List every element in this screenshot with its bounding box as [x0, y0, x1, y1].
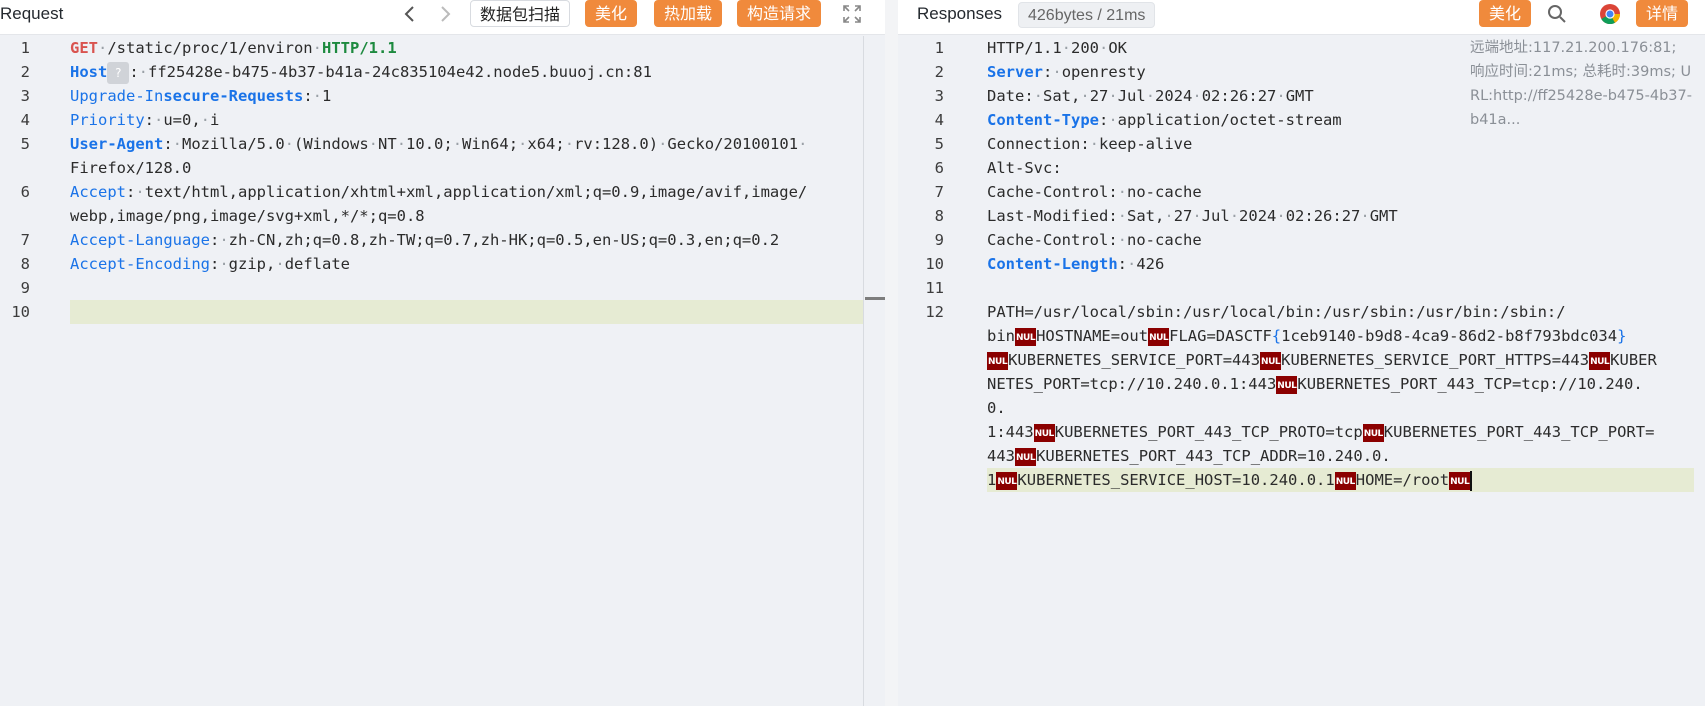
response-beautify-button[interactable]: 美化 [1479, 0, 1532, 27]
nul-marker: NUL [1033, 423, 1055, 442]
header-cache-control: Cache-Control:·no-cache [987, 183, 1202, 201]
forward-arrow-icon[interactable] [433, 2, 457, 26]
nul-marker: NUL [1449, 471, 1471, 490]
request-title: Request [0, 4, 64, 23]
line-number: 11 [925, 279, 944, 297]
details-button[interactable]: 详情 [1636, 0, 1689, 27]
body-line: binNULHOSTNAME=outNULFLAG=DASCTF{1ceb914… [987, 327, 1627, 346]
request-scrollbar-track[interactable] [863, 36, 864, 706]
body-line: PATH=/usr/local/sbin:/usr/local/bin:/usr… [987, 303, 1566, 321]
header-accept-language: Accept-Language:·zh-CN,zh;q=0.8,zh-TW;q=… [70, 231, 780, 249]
header-connection: Connection:·keep-alive [987, 135, 1193, 153]
status-line: HTTP/1.1·200·OK [987, 39, 1128, 57]
nul-marker: NUL [1589, 351, 1611, 370]
response-title: Responses [917, 4, 1003, 23]
header-upgrade-insecure-requests: Upgrade-Insecure-Requests:·1 [70, 87, 332, 105]
beautify-button[interactable]: 美化 [585, 0, 638, 27]
request-editor[interactable]: 1 2 3 4 5 6 7 8 9 10 GET·/static/proc/1/… [0, 36, 885, 706]
request-toolbar: Request 数据包扫描 美化 热加载 构造请求 [0, 0, 885, 35]
back-arrow-icon[interactable] [398, 2, 422, 26]
header-host: Host?:·ff25428e-b475-4b37-b41a-24c835104… [70, 60, 652, 84]
body-line: 443NULKUBERNETES_PORT_443_TCP_ADDR=10.24… [987, 447, 1391, 466]
header-date: Date:·Sat,·27·Jul·2024·02:26:27·GMT [987, 87, 1314, 105]
search-icon[interactable] [1545, 2, 1569, 26]
header-alt-svc: Alt-Svc: [987, 159, 1062, 177]
header-user-agent-wrap: Firefox/128.0 [70, 159, 192, 177]
header-accept-encoding: Accept-Encoding:·gzip,·deflate [70, 255, 351, 273]
body-line: NETES_PORT=tcp://10.240.0.1:443NULKUBERN… [987, 375, 1643, 394]
request-panel: Request 数据包扫描 美化 热加载 构造请求 1 2 3 4 5 6 7 … [0, 0, 885, 706]
header-content-length: Content-Length:·426 [987, 255, 1165, 273]
chrome-icon[interactable] [1598, 2, 1622, 26]
text-cursor [1470, 470, 1473, 491]
host-hint-icon[interactable]: ? [107, 61, 130, 84]
header-user-agent: User-Agent:·Mozilla/5.0·(Windows·NT·10.0… [70, 135, 808, 153]
fullscreen-icon[interactable] [840, 2, 864, 26]
line-number: 10 [11, 303, 30, 321]
response-toolbar: Responses 426bytes / 21ms 美化 详情 [898, 0, 1705, 35]
flag-value: 1ceb9140-b9d8-4ca9-86d2-b8f793bdc034 [1281, 327, 1618, 345]
nul-marker: NUL [1276, 375, 1298, 394]
panel-divider[interactable] [885, 0, 898, 706]
header-server: Server:·openresty [987, 63, 1146, 81]
header-last-modified: Last-Modified:·Sat,·27·Jul·2024·02:26:27… [987, 207, 1398, 225]
nul-marker: NUL [1260, 351, 1282, 370]
request-line: GET·/static/proc/1/environ·HTTP/1.1 [70, 39, 397, 57]
nul-marker: NUL [1362, 423, 1384, 442]
header-content-type: Content-Type:·application/octet-stream [987, 111, 1342, 129]
body-line: 1NULKUBERNETES_SERVICE_HOST=10.240.0.1NU… [987, 468, 1473, 492]
nul-marker: NUL [1015, 447, 1037, 466]
construct-request-button[interactable]: 构造请求 [737, 0, 822, 27]
response-panel: Responses 426bytes / 21ms 美化 详情 1 2 3 4 … [898, 0, 1705, 706]
nul-marker: NUL [1148, 327, 1170, 346]
packet-scan-button[interactable]: 数据包扫描 [470, 0, 571, 27]
body-line: 0. [987, 399, 1006, 417]
body-line: 1:443NULKUBERNETES_PORT_443_TCP_PROTO=tc… [987, 423, 1655, 442]
response-editor[interactable]: 1 2 3 4 5 6 7 8 9 10 11 12 HTTP/1.1·200·… [898, 36, 1705, 706]
header-priority: Priority:·u=0,·i [70, 111, 220, 129]
nul-marker: NUL [1015, 327, 1037, 346]
response-info-overlay: 远端地址:117.21.200.176:81; 响应时间:21ms; 总耗时:3… [1470, 40, 1692, 128]
header-cache-control-2: Cache-Control:·no-cache [987, 231, 1202, 249]
line-number: 9 [20, 279, 30, 297]
body-line: NULKUBERNETES_SERVICE_PORT=443NULKUBERNE… [987, 351, 1657, 370]
nul-marker: NUL [996, 471, 1018, 490]
header-accept-wrap: webp,image/png,image/svg+xml,*/*;q=0.8 [70, 207, 425, 225]
header-accept: Accept:·text/html,application/xhtml+xml,… [70, 183, 808, 201]
response-size-badge: 426bytes / 21ms [1018, 2, 1156, 28]
nul-marker: NUL [1334, 471, 1356, 490]
request-scrollbar-marker[interactable] [865, 297, 885, 300]
nul-marker: NUL [987, 351, 1009, 370]
hot-load-button[interactable]: 热加载 [654, 0, 723, 27]
